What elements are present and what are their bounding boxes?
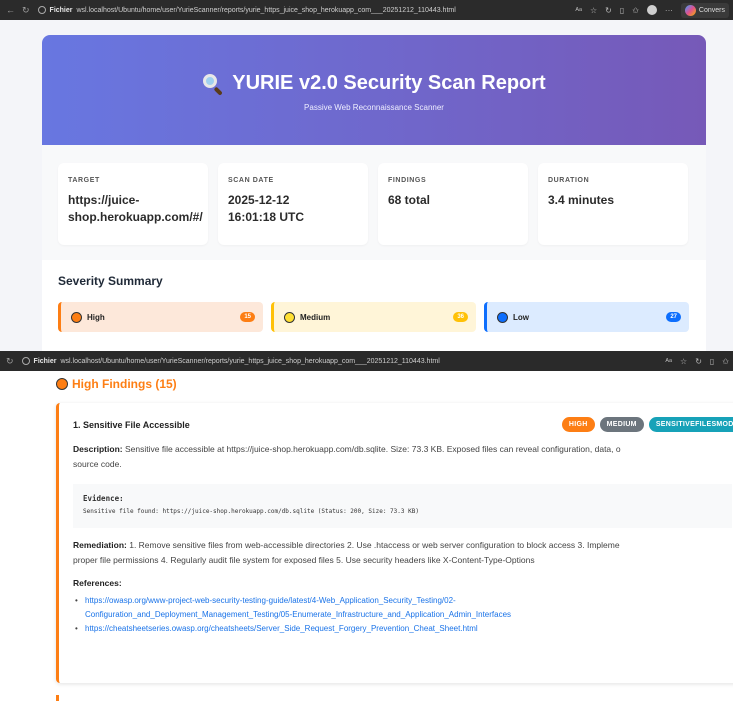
url-text[interactable]: wsl.localhost/Ubuntu/home/user/YurieScan… <box>61 358 440 365</box>
finding-badges: HIGH MEDIUM SENSITIVEFILESMODU <box>561 417 733 432</box>
severity-summary: Severity Summary High 15 Medium 36 Low 2… <box>42 260 706 346</box>
finding-header: 1. Sensitive File Accessible HIGH MEDIUM… <box>73 417 733 432</box>
favorite-icon[interactable]: ☆ <box>590 6 597 15</box>
url-text[interactable]: wsl.localhost/Ubuntu/home/user/YurieScan… <box>77 7 456 14</box>
stat-label: TARGET <box>68 177 100 184</box>
severity-card-high[interactable]: High 15 <box>58 302 263 332</box>
badge-module: SENSITIVEFILESMODU <box>648 417 733 432</box>
orange-circle-icon <box>71 311 82 323</box>
report-container: YURIE v2.0 Security Scan Report Passive … <box>42 35 706 351</box>
description-text-2: source code. <box>73 459 122 469</box>
stats-row: TARGET https://juice- shop.herokuapp.com… <box>42 145 706 260</box>
severity-count: 36 <box>453 312 468 322</box>
browser-toolbar: ← ↻ Fichier wsl.localhost/Ubuntu/home/us… <box>0 0 733 20</box>
browser-toolbar-second: ↻ Fichier wsl.localhost/Ubuntu/home/user… <box>0 351 733 371</box>
more-icon[interactable]: ··· <box>665 6 673 15</box>
badge-severity: HIGH <box>561 417 595 432</box>
copilot-label: Convers <box>698 6 725 14</box>
severity-count: 27 <box>666 312 681 322</box>
severity-label: Medium <box>300 312 331 322</box>
blue-circle-icon <box>497 311 508 323</box>
stat-value: 3.4 minutes <box>548 193 615 207</box>
address-bar[interactable]: Fichier wsl.localhost/Ubuntu/home/user/Y… <box>21 357 440 365</box>
report-title-row: YURIE v2.0 Security Scan Report <box>202 72 546 96</box>
remediation-text-2: proper file permissions 4. Regularly aud… <box>73 555 535 565</box>
favorites-icon[interactable]: ✩ <box>722 357 729 366</box>
browser-actions: ᴬᵃ ☆ ↻ ▯ ✩ ··· Convers <box>575 2 733 18</box>
report-subtitle: Passive Web Reconnaissance Scanner <box>304 103 444 112</box>
stat-value: 68 total <box>388 193 431 207</box>
badge-confidence: MEDIUM <box>599 417 644 432</box>
severity-label: Low <box>513 312 529 322</box>
description-text-1: Sensitive file accessible at https://jui… <box>124 444 621 454</box>
report-header: YURIE v2.0 Security Scan Report Passive … <box>42 35 706 145</box>
stat-value: https://juice- shop.herokuapp.com/#/ <box>68 193 203 224</box>
stat-target: TARGET https://juice- shop.herokuapp.com… <box>58 163 208 245</box>
split-screen-icon[interactable]: ▯ <box>710 357 714 366</box>
stat-findings: FINDINGS 68 total <box>378 163 528 245</box>
severity-summary-title: Severity Summary <box>58 274 163 288</box>
finding-title: 1. Sensitive File Accessible <box>73 419 190 430</box>
evidence-value: Sensitive file found: https://juice-shop… <box>83 508 419 515</box>
refresh-extension-icon[interactable]: ↻ <box>695 357 702 366</box>
address-bar[interactable]: Fichier wsl.localhost/Ubuntu/home/user/Y… <box>37 6 456 14</box>
browser-nav: ↻ <box>0 356 14 367</box>
split-screen-icon[interactable]: ▯ <box>620 6 624 15</box>
remediation-label: Remediation: <box>73 540 127 550</box>
stat-label: FINDINGS <box>388 177 427 184</box>
next-finding-edge <box>56 695 62 701</box>
severity-label: High <box>87 312 105 322</box>
finding-description: Description: Sensitive file accessible a… <box>73 442 732 472</box>
high-findings-heading: High Findings (15) <box>56 377 177 391</box>
refresh-icon[interactable]: ↻ <box>6 356 14 367</box>
copilot-button[interactable]: Convers <box>680 2 729 18</box>
page-viewport-top: YURIE v2.0 Security Scan Report Passive … <box>0 20 733 351</box>
stat-label: SCAN DATE <box>228 177 274 184</box>
stat-value: 2025-12-12 16:01:18 UTC <box>228 193 305 224</box>
copilot-icon <box>684 4 696 16</box>
back-icon[interactable]: ← <box>6 5 15 16</box>
finding-card: 1. Sensitive File Accessible HIGH MEDIUM… <box>56 403 733 683</box>
info-icon[interactable] <box>37 6 46 14</box>
report-title: YURIE v2.0 Security Scan Report <box>232 72 546 94</box>
severity-card-medium[interactable]: Medium 36 <box>271 302 476 332</box>
evidence-label: Evidence: <box>83 494 124 503</box>
page-viewport-bottom: High Findings (15) 1. Sensitive File Acc… <box>0 371 733 701</box>
remediation-text-1: 1. Remove sensitive files from web-acces… <box>129 540 620 550</box>
site-label: Fichier <box>49 6 73 14</box>
stat-label: DURATION <box>548 177 590 184</box>
reference-link[interactable]: https://owasp.org/www-project-web-securi… <box>85 596 511 619</box>
orange-circle-icon <box>56 378 68 390</box>
read-aloud-icon[interactable]: ᴬᵃ <box>665 357 672 366</box>
browser-actions: ᴬᵃ ☆ ↻ ▯ ✩ <box>665 357 733 366</box>
favorite-icon[interactable]: ☆ <box>680 357 687 366</box>
info-icon[interactable] <box>21 357 30 365</box>
reference-link[interactable]: https://cheatsheetseries.owasp.org/cheat… <box>85 624 478 633</box>
reference-item: https://owasp.org/www-project-web-securi… <box>73 594 732 622</box>
stat-duration: DURATION 3.4 minutes <box>538 163 688 245</box>
high-findings-title: High Findings (15) <box>72 377 177 391</box>
severity-card-low[interactable]: Low 27 <box>484 302 689 332</box>
reference-item: https://cheatsheetseries.owasp.org/cheat… <box>73 622 732 636</box>
browser-nav: ← ↻ <box>0 5 30 16</box>
profile-avatar[interactable] <box>646 5 657 15</box>
references-list: https://owasp.org/www-project-web-securi… <box>73 594 732 636</box>
severity-cards: High 15 Medium 36 Low 27 <box>58 302 690 332</box>
favorites-icon[interactable]: ✩ <box>632 6 639 15</box>
description-label: Description: <box>73 444 123 454</box>
references-label: References: <box>73 578 122 588</box>
refresh-extension-icon[interactable]: ↻ <box>605 6 612 15</box>
severity-count: 15 <box>240 312 255 322</box>
read-aloud-icon[interactable]: ᴬᵃ <box>575 6 582 15</box>
site-label: Fichier <box>33 357 57 365</box>
finding-remediation: Remediation: 1. Remove sensitive files f… <box>73 538 732 568</box>
refresh-icon[interactable]: ↻ <box>22 5 30 16</box>
stat-scan-date: SCAN DATE 2025-12-12 16:01:18 UTC <box>218 163 368 245</box>
magnifier-icon <box>202 73 224 96</box>
evidence-block: Evidence: Sensitive file found: https://… <box>73 484 732 528</box>
yellow-circle-icon <box>284 311 295 323</box>
